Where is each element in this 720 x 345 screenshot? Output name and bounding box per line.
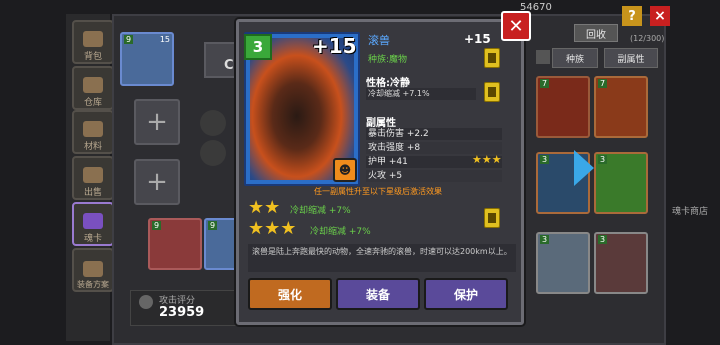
personality-effect: 冷却缩减 +7.1% (366, 88, 476, 100)
arrow-right-icon[interactable] (574, 150, 594, 186)
card-level: 7 (598, 79, 608, 88)
equipped-card[interactable]: 9 (148, 218, 202, 270)
sidebar-item-label: 魂卡 (83, 234, 102, 244)
materials-icon (83, 121, 103, 137)
armor-stars: ★★★ (472, 153, 502, 166)
card-level: 9 (152, 221, 162, 230)
card-level-badge: 3 (244, 34, 272, 60)
sell-icon (83, 167, 103, 183)
close-icon[interactable]: × (650, 6, 670, 26)
card-level: 3 (540, 155, 550, 164)
inventory-count: (12/300) (630, 34, 665, 43)
lock-icon[interactable] (484, 82, 500, 102)
loadout-icon (83, 261, 103, 277)
set-effect: 冷却缩减 +7% (310, 227, 371, 237)
orb-icon (200, 110, 226, 136)
card-level: 7 (540, 79, 550, 88)
sidebar-item-sell[interactable]: 出售 (72, 156, 114, 200)
orb-icon (200, 140, 226, 166)
enhance-level: +15 (312, 34, 357, 58)
lock-icon[interactable] (484, 48, 500, 68)
soulcard-icon (83, 213, 103, 229)
personality-title: 性格:冷静 (366, 78, 410, 89)
empty-slot-add-button[interactable]: + (134, 159, 180, 205)
card-name: 滚兽 (368, 34, 390, 47)
sidebar-item-materials[interactable]: 材料 (72, 110, 114, 154)
help-icon[interactable]: ? (622, 6, 642, 26)
card-level: 3 (598, 155, 608, 164)
close-icon[interactable]: ✕ (501, 11, 531, 41)
equipped-card[interactable]: 9 (204, 218, 238, 270)
grid-card[interactable]: 3 (536, 232, 590, 294)
sword-icon (139, 295, 153, 309)
sidebar-item-label: 背包 (83, 52, 102, 62)
sub-attr-title: 副属性 (366, 118, 396, 129)
set-effect: 冷却缩减 +7% (290, 206, 351, 216)
equipped-card[interactable]: 9 15 (120, 32, 174, 86)
enhance-button[interactable]: 强化 (248, 278, 332, 310)
close-glyph: ✕ (508, 15, 524, 37)
sidebar-item-label: 仓库 (83, 98, 102, 108)
lock-icon[interactable] (484, 208, 500, 228)
grid-card[interactable]: 3 (594, 232, 648, 294)
sidebar-item-storage[interactable]: 仓库 (72, 66, 114, 110)
slot-letter: C (224, 58, 234, 73)
card-level: 9 (124, 35, 134, 44)
card-level: 9 (208, 221, 218, 230)
backpack-icon (83, 31, 103, 47)
activation-hint: 任一副属性升至以下星级后激活效果 (314, 187, 442, 196)
header-plus: +15 (464, 32, 491, 46)
card-race: 种族:魔物 (368, 55, 408, 65)
sidebar-item-label: 装备方案 (77, 280, 109, 289)
card-description: 滚兽是陆上奔跑最快的动物，全速奔驰的滚兽，时速可以达200km以上。 (248, 244, 516, 272)
card-plus: 15 (159, 35, 170, 44)
power-value: 23959 (159, 305, 205, 320)
equip-button[interactable]: 装备 (336, 278, 420, 310)
empty-slot-add-button[interactable]: + (134, 99, 180, 145)
grid-card[interactable]: 7 (536, 76, 590, 138)
sub-stat: 暴击伤害 +2.2 (366, 128, 502, 140)
card-level: 3 (540, 235, 550, 244)
attr-filter-dropdown[interactable]: 副属性 (604, 48, 658, 68)
shop-label[interactable]: 魂卡商店 (672, 204, 708, 217)
set-stars: ★★★ (248, 218, 297, 239)
sidebar-item-soulcard[interactable]: 魂卡 (72, 202, 114, 246)
race-filter-dropdown[interactable]: 种族 (552, 48, 598, 68)
set-stars: ★★ (248, 197, 281, 218)
sidebar-item-label: 出售 (83, 188, 102, 198)
protect-button[interactable]: 保护 (424, 278, 508, 310)
power-score-box: 攻击评分 23959 (130, 290, 242, 326)
storage-icon (83, 77, 103, 93)
sidebar-item-label: 材料 (83, 142, 102, 152)
recycle-button[interactable]: 回收 (574, 24, 618, 42)
grid-card[interactable]: 7 (594, 76, 648, 138)
grid-card[interactable]: 3 (594, 152, 648, 214)
pumpkin-icon: ☻ (333, 158, 357, 182)
sub-stat: 火攻 +5 (366, 170, 502, 182)
sidebar-item-backpack[interactable]: 背包 (72, 20, 114, 64)
card-level: 3 (598, 235, 608, 244)
filter-icon (536, 50, 550, 64)
sidebar-item-loadout[interactable]: 装备方案 (72, 248, 114, 292)
